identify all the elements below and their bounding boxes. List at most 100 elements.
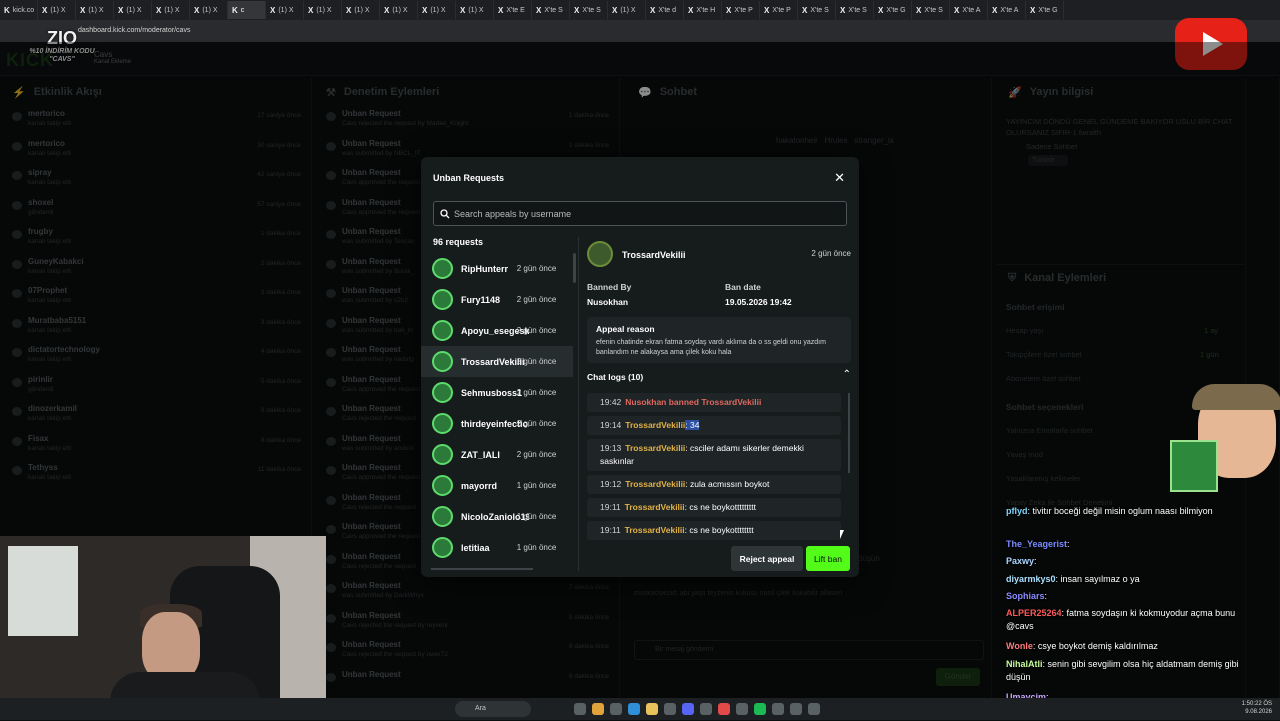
stream-overlay-chat: pflyd: tivitır boceği değil misin oglum … bbox=[1000, 505, 1280, 719]
avatar bbox=[432, 320, 453, 341]
tab-favicon-icon: X bbox=[954, 5, 960, 15]
overlay-chat-line: Sophiars: bbox=[1006, 590, 1048, 601]
request-list-item[interactable]: Fury1148 2 gün önce bbox=[421, 284, 573, 315]
browser-tab[interactable]: X (1) X bbox=[380, 1, 418, 19]
overlay-chat-line: The_Yeagerist: bbox=[1006, 539, 1070, 549]
avatar bbox=[432, 258, 453, 279]
app-icon[interactable] bbox=[664, 703, 676, 715]
browser-tab[interactable]: X (1) X bbox=[114, 1, 152, 19]
chat-logs: 19:42 Nusokhan banned TrossardVekilii 19:1… bbox=[587, 393, 849, 544]
tab-favicon-icon: X bbox=[802, 5, 808, 15]
avatar bbox=[432, 537, 453, 558]
browser-tab[interactable]: X (1) X bbox=[304, 1, 342, 19]
folder-icon[interactable] bbox=[646, 703, 658, 715]
edge-icon[interactable] bbox=[628, 703, 640, 715]
request-list-item[interactable]: Sehmusboss1 2 gün önce bbox=[421, 377, 573, 408]
browser-tab[interactable]: X X'te S bbox=[912, 1, 950, 19]
browser-tab[interactable]: X X'te S bbox=[798, 1, 836, 19]
address-bar[interactable]: dashboard.kick.com/moderator/cavs bbox=[0, 20, 1280, 42]
tab-favicon-icon: X bbox=[384, 5, 390, 15]
list-scrollbar[interactable] bbox=[573, 253, 576, 283]
mascot-overlay bbox=[1168, 384, 1280, 498]
browser-tab[interactable]: X (1) X bbox=[152, 1, 190, 19]
request-list-item[interactable]: letitiaa 1 gün önce bbox=[421, 532, 573, 563]
lift-ban-button[interactable]: Lift ban bbox=[806, 546, 850, 571]
request-list-item[interactable]: ZAT_IALI 2 gün önce bbox=[421, 439, 573, 470]
app-icon[interactable] bbox=[772, 703, 784, 715]
tab-favicon-icon: X bbox=[1030, 5, 1036, 15]
app-icon[interactable] bbox=[790, 703, 802, 715]
avatar bbox=[432, 444, 453, 465]
browser-tab[interactable]: X X'te S bbox=[532, 1, 570, 19]
overlay-chat-line: diyarmkys0: insan sayılmaz o ya bbox=[1006, 573, 1140, 584]
appeal-time: 2 gün önce bbox=[811, 249, 851, 258]
browser-tab[interactable]: Kkick.co bbox=[0, 1, 38, 19]
browser-tab[interactable]: X X'te S bbox=[836, 1, 874, 19]
tab-favicon-icon: X bbox=[308, 5, 314, 15]
request-count: 96 requests bbox=[433, 237, 484, 247]
appeal-username[interactable]: TrossardVekilii bbox=[622, 250, 686, 260]
browser-tab[interactable]: X (1) X bbox=[418, 1, 456, 19]
chrome-icon[interactable] bbox=[592, 703, 604, 715]
browser-tab[interactable]: X X'te H bbox=[684, 1, 722, 19]
browser-tab[interactable]: X X'te A bbox=[950, 1, 988, 19]
browser-tab[interactable]: X X'te G bbox=[874, 1, 912, 19]
list-hscrollbar[interactable] bbox=[431, 568, 533, 570]
logs-scrollbar[interactable] bbox=[848, 393, 850, 473]
chat-log-entry: 19:13 TrossardVekilii: csciler adamı sike… bbox=[587, 439, 841, 471]
browser-tab[interactable]: X X'te G bbox=[1026, 1, 1064, 19]
tab-favicon-icon: X bbox=[118, 5, 124, 15]
tab-favicon-icon: X bbox=[42, 5, 48, 15]
chat-log-entry: 19:42 Nusokhan banned TrossardVekilii bbox=[587, 393, 841, 412]
browser-tab[interactable]: X (1) X bbox=[608, 1, 646, 19]
browser-tab[interactable]: X (1) X bbox=[76, 1, 114, 19]
browser-tab[interactable]: X X'te A bbox=[988, 1, 1026, 19]
chat-log-entry: 19:11 TrossardVekilii: cs ne boykottttttt… bbox=[587, 521, 841, 540]
tab-favicon-icon: X bbox=[726, 5, 732, 15]
request-list-item[interactable]: NicoloZaniolo19051 gün önce bbox=[421, 501, 573, 532]
ban-date-value: 19.05.2026 19:42 bbox=[725, 297, 792, 307]
browser-tab[interactable]: X X'te E bbox=[494, 1, 532, 19]
request-list-item[interactable]: RipHunterr 2 gün önce bbox=[421, 253, 573, 284]
app-icon[interactable] bbox=[610, 703, 622, 715]
app-icon[interactable] bbox=[700, 703, 712, 715]
overlay-chat-line: Wonle: csye boykot demiş kaldırılmaz bbox=[1006, 641, 1158, 652]
close-icon[interactable]: ✕ bbox=[834, 170, 845, 186]
browser-tab[interactable]: X X'te P bbox=[722, 1, 760, 19]
unban-requests-modal: Unban Requests ✕ 96 requests RipHunterr2… bbox=[421, 157, 859, 577]
browser-tab[interactable]: X X'te P bbox=[760, 1, 798, 19]
browser-tab[interactable]: X (1) X bbox=[342, 1, 380, 19]
request-list-item[interactable]: mayorrd 1 gün önce bbox=[421, 470, 573, 501]
request-list-item[interactable]: thirdeyeinfection 2 gün önce bbox=[421, 408, 573, 439]
request-list-item[interactable]: TrossardVekilii 2 gün önce bbox=[421, 346, 573, 377]
discord-icon[interactable] bbox=[682, 703, 694, 715]
browser-tab[interactable]: Kc bbox=[228, 1, 266, 19]
browser-tab[interactable]: X X'te d bbox=[646, 1, 684, 19]
tab-favicon-icon: X bbox=[840, 5, 846, 15]
app-icon[interactable] bbox=[574, 703, 586, 715]
browser-tab[interactable]: X (1) X bbox=[38, 1, 76, 19]
app-icon[interactable] bbox=[736, 703, 748, 715]
ban-date-label: Ban date bbox=[725, 282, 761, 292]
tab-favicon-icon: K bbox=[4, 5, 10, 15]
system-clock[interactable]: 1:50:22 ÖS 9.08.2026 bbox=[1242, 700, 1272, 716]
search-input[interactable] bbox=[454, 208, 834, 219]
tab-favicon-icon: X bbox=[194, 5, 200, 15]
browser-tab[interactable]: X (1) X bbox=[266, 1, 304, 19]
request-list-item[interactable]: Apoyu_esegesktiren12 gün önce bbox=[421, 315, 573, 346]
browser-tab[interactable]: X (1) X bbox=[456, 1, 494, 19]
spotify-icon[interactable] bbox=[754, 703, 766, 715]
tab-favicon-icon: X bbox=[764, 5, 770, 15]
app-icon[interactable] bbox=[718, 703, 730, 715]
chevron-up-icon[interactable]: ⌃ bbox=[843, 369, 851, 380]
browser-tab[interactable]: X X'te S bbox=[570, 1, 608, 19]
avatar bbox=[432, 506, 453, 527]
search-field[interactable] bbox=[433, 201, 847, 226]
taskbar-search[interactable]: Ara bbox=[455, 701, 531, 717]
windows-taskbar bbox=[0, 698, 1280, 720]
tab-favicon-icon: X bbox=[498, 5, 504, 15]
obs-icon[interactable] bbox=[808, 703, 820, 715]
reject-appeal-button[interactable]: Reject appeal bbox=[731, 546, 803, 571]
browser-tab[interactable]: X (1) X bbox=[190, 1, 228, 19]
tab-favicon-icon: X bbox=[992, 5, 998, 15]
